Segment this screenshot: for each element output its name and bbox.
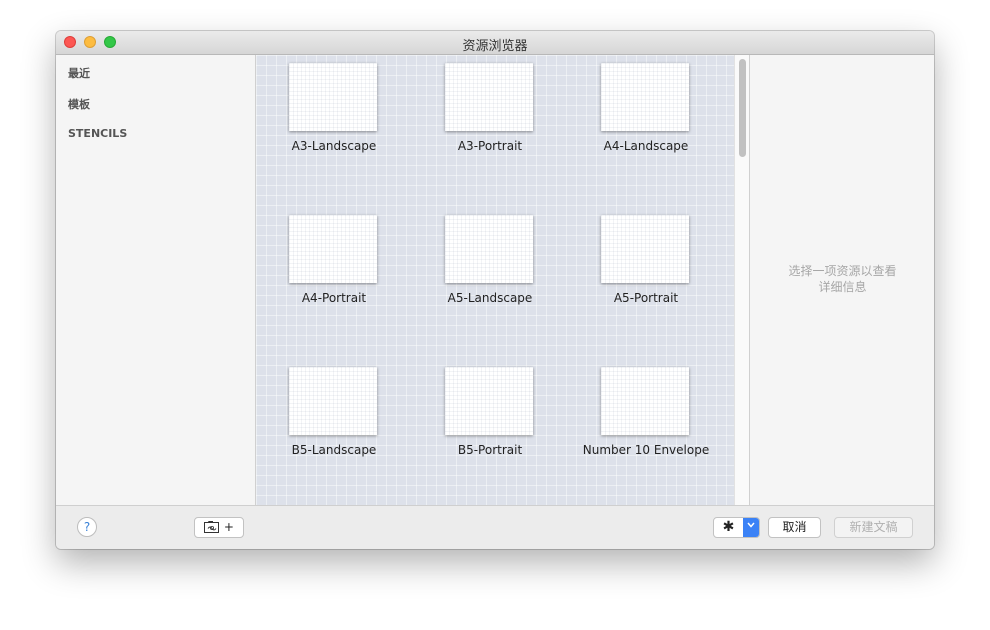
details-placeholder-line: 选择一项资源以查看 xyxy=(788,264,897,278)
template-thumbnail xyxy=(601,367,689,435)
gear-icon[interactable]: ✱ xyxy=(714,518,743,537)
template-thumbnail xyxy=(445,367,533,435)
title-bar[interactable]: 资源浏览器 xyxy=(56,31,934,55)
template-tile[interactable]: A3-Portrait xyxy=(412,55,568,195)
chevron-down-icon[interactable] xyxy=(743,518,759,537)
details-placeholder-line: 详细信息 xyxy=(818,280,867,294)
sidebar-item-templates[interactable]: 模板 xyxy=(68,96,90,112)
sidebar-item-recent[interactable]: 最近 xyxy=(68,65,90,81)
footer-bar: ? + ✱ 取消 新建文稿 xyxy=(56,505,934,549)
template-label: A3-Landscape xyxy=(291,139,377,153)
new-document-button[interactable]: 新建文稿 xyxy=(834,517,913,538)
action-menu-button[interactable]: ✱ xyxy=(713,517,760,538)
sidebar: 最近 模板 STENCILS xyxy=(56,55,256,505)
template-label: A3-Portrait xyxy=(457,139,523,153)
template-thumbnail xyxy=(289,63,377,131)
template-label: A4-Landscape xyxy=(603,139,689,153)
template-tile[interactable]: B5-Portrait xyxy=(412,359,568,499)
template-label: A4-Portrait xyxy=(301,291,367,305)
add-resource-button[interactable]: + xyxy=(194,517,244,538)
template-thumbnail xyxy=(601,215,689,283)
template-label: Number 10 Envelope xyxy=(582,443,710,457)
template-tile[interactable]: A4-Portrait xyxy=(256,207,412,347)
template-label: A5-Portrait xyxy=(613,291,679,305)
template-thumbnail xyxy=(445,215,533,283)
cancel-button[interactable]: 取消 xyxy=(768,517,821,538)
grid-scrollbar[interactable] xyxy=(734,55,749,505)
template-tile[interactable]: A3-Landscape xyxy=(256,55,412,195)
resource-folder-icon xyxy=(204,521,220,533)
template-label: B5-Landscape xyxy=(291,443,377,457)
template-label: B5-Portrait xyxy=(457,443,523,457)
resource-browser-window: 资源浏览器 最近 模板 STENCILS A3-Landscape A3-Por… xyxy=(56,31,934,549)
details-placeholder: 选择一项资源以查看 详细信息 xyxy=(760,263,925,295)
template-thumbnail xyxy=(289,215,377,283)
template-tile[interactable]: B5-Landscape xyxy=(256,359,412,499)
template-grid: A3-Landscape A3-Portrait A4-Landscape A4… xyxy=(256,55,734,505)
template-label: A5-Landscape xyxy=(447,291,533,305)
template-thumbnail xyxy=(445,63,533,131)
details-pane: 选择一项资源以查看 详细信息 xyxy=(749,55,934,505)
template-tile[interactable]: A5-Landscape xyxy=(412,207,568,347)
template-thumbnail xyxy=(289,367,377,435)
add-resource-plus: + xyxy=(223,520,234,534)
template-tile[interactable]: Number 10 Envelope xyxy=(568,359,724,499)
help-button[interactable]: ? xyxy=(77,517,97,537)
template-tile[interactable]: A4-Landscape xyxy=(568,55,724,195)
template-tile[interactable]: A5-Portrait xyxy=(568,207,724,347)
grid-scrollbar-thumb[interactable] xyxy=(739,59,746,157)
template-thumbnail xyxy=(601,63,689,131)
window-title: 资源浏览器 xyxy=(462,39,528,54)
sidebar-item-stencils[interactable]: STENCILS xyxy=(68,127,127,140)
